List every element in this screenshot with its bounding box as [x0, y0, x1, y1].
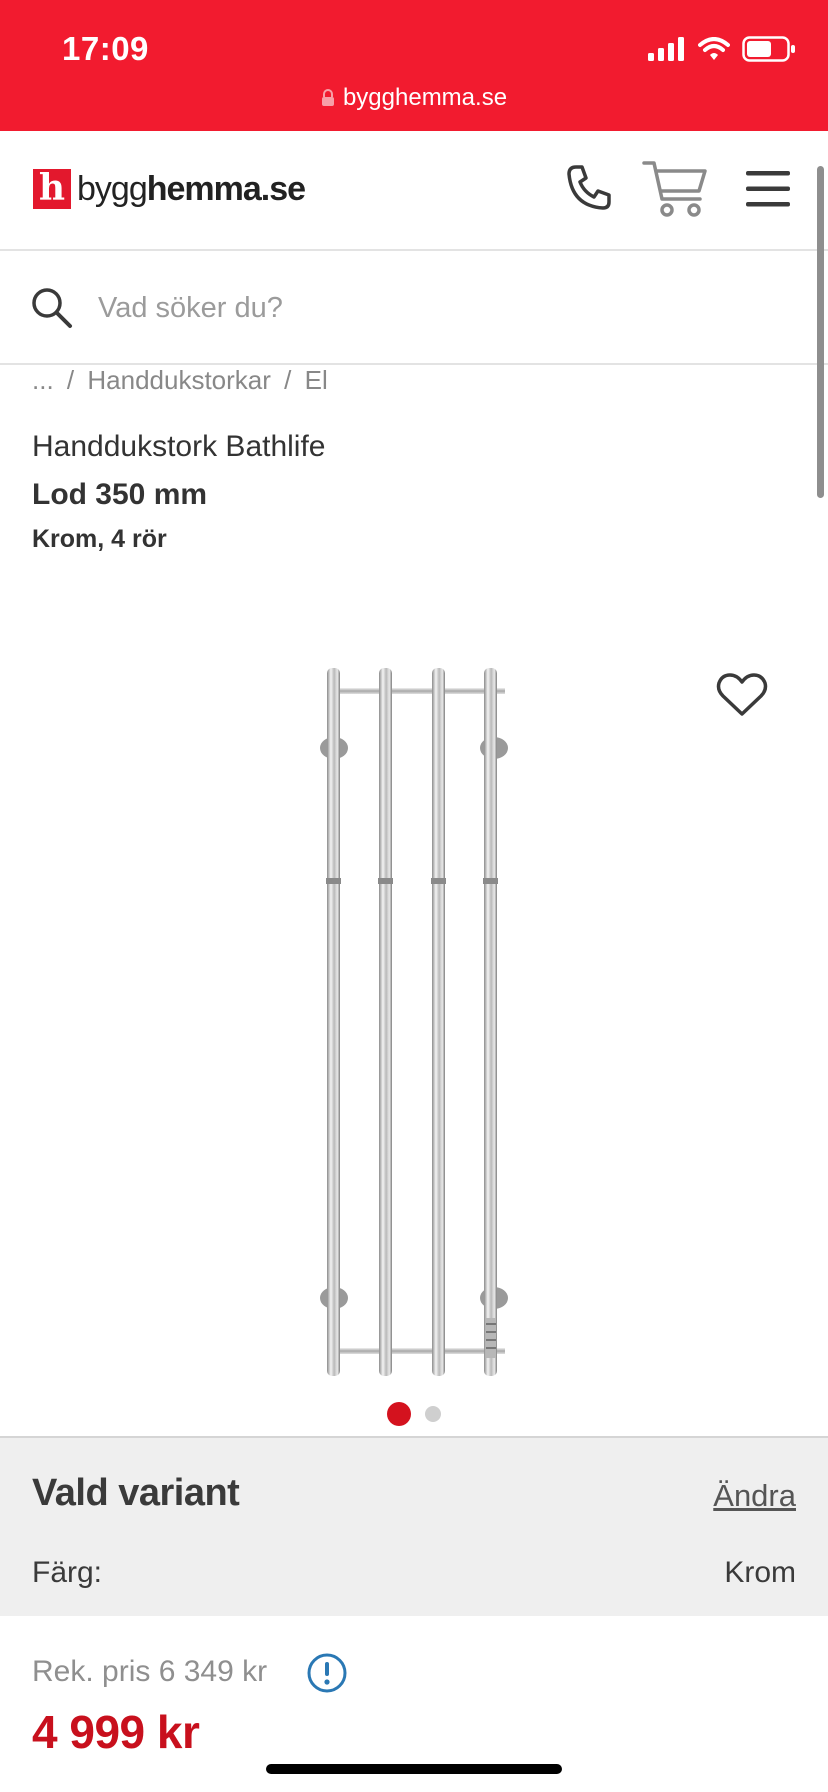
breadcrumb-separator: / — [66, 365, 75, 395]
breadcrumb-item[interactable]: El — [305, 365, 328, 395]
product-image[interactable] — [310, 660, 520, 1380]
status-time: 17:09 — [62, 30, 149, 67]
address-bar[interactable]: bygghemma.se — [0, 84, 828, 112]
cart-icon[interactable] — [642, 157, 708, 219]
search-input[interactable] — [96, 283, 700, 333]
breadcrumb-separator: / — [284, 365, 292, 395]
color-value: Krom — [724, 1556, 796, 1589]
status-icons — [648, 34, 796, 64]
battery-icon — [742, 36, 795, 62]
site-header: h bygghemma.se — [0, 131, 828, 251]
breadcrumb: ... / Handdukstorkar / El — [32, 365, 334, 396]
home-indicator[interactable] — [266, 1764, 562, 1774]
site-logo[interactable]: h bygghemma.se — [33, 169, 306, 209]
phone-icon[interactable] — [563, 162, 615, 214]
product-title: Handdukstork Bathlife — [32, 430, 326, 463]
breadcrumb-item[interactable]: Handdukstorkar — [87, 365, 271, 395]
recommended-price: Rek. pris 6 349 kr — [32, 1655, 268, 1688]
menu-icon[interactable] — [746, 171, 790, 207]
browser-status-bar: 17:09 bygghemma.se — [0, 0, 828, 131]
logo-prefix: bygg — [77, 169, 148, 208]
selected-variant-panel: Vald variant Ändra Färg: Krom — [0, 1436, 828, 1616]
lock-icon — [321, 89, 334, 106]
breadcrumb-ellipsis[interactable]: ... — [32, 365, 54, 395]
search-icon[interactable] — [30, 286, 74, 330]
carousel-dot-active[interactable] — [386, 1402, 411, 1426]
address-url: bygghemma.se — [342, 84, 508, 111]
variant-panel-title: Vald variant — [32, 1472, 240, 1514]
wifi-icon — [698, 37, 730, 60]
page-scrollbar[interactable] — [817, 166, 824, 498]
carousel-dot[interactable] — [425, 1406, 442, 1422]
heart-icon[interactable] — [716, 672, 768, 718]
color-label: Färg: — [32, 1556, 103, 1589]
logo-text: bygghemma.se — [77, 169, 306, 209]
logo-mark: h — [33, 169, 71, 209]
logo-suffix: hemma.se — [146, 169, 306, 208]
signal-icon — [648, 37, 684, 61]
current-price: 4 999 kr — [32, 1706, 200, 1758]
product-subtitle: Lod 350 mm — [32, 478, 208, 511]
product-variant: Krom, 4 rör — [32, 525, 167, 553]
carousel-dots — [0, 1402, 828, 1426]
info-icon[interactable] — [306, 1652, 348, 1694]
search-bar — [0, 251, 828, 365]
change-variant-link[interactable]: Ändra — [713, 1478, 796, 1514]
